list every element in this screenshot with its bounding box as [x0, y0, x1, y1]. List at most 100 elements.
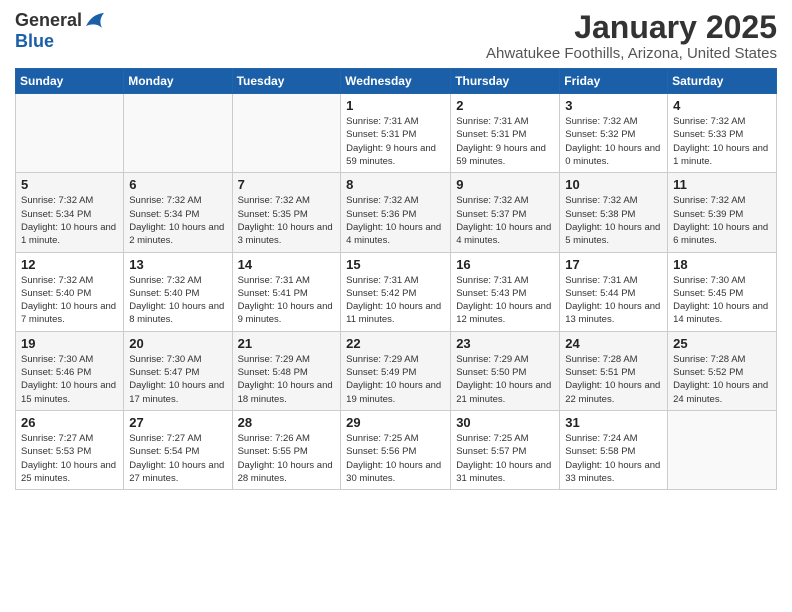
day-info: Sunrise: 7:27 AMSunset: 5:54 PMDaylight:…: [129, 432, 226, 485]
col-thursday: Thursday: [451, 69, 560, 94]
table-row: 25 Sunrise: 7:28 AMSunset: 5:52 PMDayligh…: [668, 331, 777, 410]
day-info: Sunrise: 7:32 AMSunset: 5:38 PMDaylight:…: [565, 194, 662, 247]
day-number: 23: [456, 336, 554, 351]
calendar-week-row: 19 Sunrise: 7:30 AMSunset: 5:46 PMDayligh…: [16, 331, 777, 410]
table-row: 2 Sunrise: 7:31 AMSunset: 5:31 PMDaylight…: [451, 94, 560, 173]
day-info: Sunrise: 7:29 AMSunset: 5:49 PMDaylight:…: [346, 353, 445, 406]
table-row: 24 Sunrise: 7:28 AMSunset: 5:51 PMDayligh…: [560, 331, 668, 410]
table-row: [232, 94, 341, 173]
table-row: 14Sunrise: 7:31 AMSunset: 5:41 PMDayligh…: [232, 252, 341, 331]
day-number: 29: [346, 415, 445, 430]
table-row: 23 Sunrise: 7:29 AMSunset: 5:50 PMDayligh…: [451, 331, 560, 410]
day-number: 8: [346, 177, 445, 192]
day-number: 2: [456, 98, 554, 113]
day-info: Sunrise: 7:32 AMSunset: 5:40 PMDaylight:…: [129, 274, 226, 327]
day-info: Sunrise: 7:32 AMSunset: 5:34 PMDaylight:…: [129, 194, 226, 247]
day-number: 15: [346, 257, 445, 272]
day-info: Sunrise: 7:25 AMSunset: 5:57 PMDaylight:…: [456, 432, 554, 485]
table-row: 1Sunrise: 7:31 AMSunset: 5:31 PMDaylight…: [341, 94, 451, 173]
day-info: Sunrise: 7:30 AMSunset: 5:47 PMDaylight:…: [129, 353, 226, 406]
table-row: 9 Sunrise: 7:32 AMSunset: 5:37 PMDaylight…: [451, 173, 560, 252]
table-row: 10 Sunrise: 7:32 AMSunset: 5:38 PMDayligh…: [560, 173, 668, 252]
day-info: Sunrise: 7:31 AMSunset: 5:42 PMDaylight:…: [346, 274, 445, 327]
table-row: 5 Sunrise: 7:32 AMSunset: 5:34 PMDaylight…: [16, 173, 124, 252]
day-info: Sunrise: 7:31 AMSunset: 5:43 PMDaylight:…: [456, 274, 554, 327]
day-info: Sunrise: 7:31 AMSunset: 5:44 PMDaylight:…: [565, 274, 662, 327]
table-row: [124, 94, 232, 173]
table-row: 26Sunrise: 7:27 AMSunset: 5:53 PMDayligh…: [16, 410, 124, 489]
calendar-page: General Blue January 2025 Ahwatukee Foot…: [0, 0, 792, 612]
day-number: 24: [565, 336, 662, 351]
day-info: Sunrise: 7:27 AMSunset: 5:53 PMDaylight:…: [21, 432, 118, 485]
day-info: Sunrise: 7:32 AMSunset: 5:34 PMDaylight:…: [21, 194, 118, 247]
day-info: Sunrise: 7:26 AMSunset: 5:55 PMDaylight:…: [238, 432, 336, 485]
table-row: 3 Sunrise: 7:32 AMSunset: 5:32 PMDaylight…: [560, 94, 668, 173]
table-row: 19 Sunrise: 7:30 AMSunset: 5:46 PMDayligh…: [16, 331, 124, 410]
col-wednesday: Wednesday: [341, 69, 451, 94]
day-number: 12: [21, 257, 118, 272]
table-row: 22Sunrise: 7:29 AMSunset: 5:49 PMDayligh…: [341, 331, 451, 410]
table-row: 28 Sunrise: 7:26 AMSunset: 5:55 PMDayligh…: [232, 410, 341, 489]
day-number: 17: [565, 257, 662, 272]
logo-blue-text: Blue: [15, 31, 54, 51]
logo-general-text: General: [15, 10, 82, 31]
table-row: 17 Sunrise: 7:31 AMSunset: 5:44 PMDayligh…: [560, 252, 668, 331]
table-row: 21 Sunrise: 7:29 AMSunset: 5:48 PMDayligh…: [232, 331, 341, 410]
calendar-week-row: 12 Sunrise: 7:32 AMSunset: 5:40 PMDayligh…: [16, 252, 777, 331]
day-number: 10: [565, 177, 662, 192]
day-info: Sunrise: 7:29 AMSunset: 5:50 PMDaylight:…: [456, 353, 554, 406]
day-info: Sunrise: 7:30 AMSunset: 5:46 PMDaylight:…: [21, 353, 118, 406]
table-row: 4 Sunrise: 7:32 AMSunset: 5:33 PMDaylight…: [668, 94, 777, 173]
day-number: 5: [21, 177, 118, 192]
day-number: 4: [673, 98, 771, 113]
day-number: 16: [456, 257, 554, 272]
calendar-week-row: 26Sunrise: 7:27 AMSunset: 5:53 PMDayligh…: [16, 410, 777, 489]
calendar-week-row: 5 Sunrise: 7:32 AMSunset: 5:34 PMDaylight…: [16, 173, 777, 252]
col-sunday: Sunday: [16, 69, 124, 94]
col-saturday: Saturday: [668, 69, 777, 94]
day-info: Sunrise: 7:24 AMSunset: 5:58 PMDaylight:…: [565, 432, 662, 485]
calendar-week-row: 1 Sunrise: 7:31 AMSunset: 5:31 PMDaylight…: [16, 94, 777, 173]
day-info: Sunrise: 7:28 AMSunset: 5:51 PMDaylight:…: [565, 353, 662, 406]
day-number: 28: [238, 415, 336, 430]
table-row: 11Sunrise: 7:32 AMSunset: 5:39 PMDayligh…: [668, 173, 777, 252]
day-number: 25: [673, 336, 771, 351]
col-friday: Friday: [560, 69, 668, 94]
day-number: 3: [565, 98, 662, 113]
day-info: Sunrise: 7:32 AMSunset: 5:36 PMDaylight:…: [346, 194, 445, 247]
table-row: [668, 410, 777, 489]
col-monday: Monday: [124, 69, 232, 94]
logo: General Blue: [15, 10, 106, 52]
col-tuesday: Tuesday: [232, 69, 341, 94]
day-number: 30: [456, 415, 554, 430]
day-info: Sunrise: 7:30 AMSunset: 5:45 PMDaylight:…: [673, 274, 771, 327]
day-info: Sunrise: 7:25 AMSunset: 5:56 PMDaylight:…: [346, 432, 445, 485]
table-row: 6 Sunrise: 7:32 AMSunset: 5:34 PMDaylight…: [124, 173, 232, 252]
day-number: 19: [21, 336, 118, 351]
day-info: Sunrise: 7:32 AMSunset: 5:33 PMDaylight:…: [673, 115, 771, 168]
table-row: 12Sunrise: 7:32 AMSunset: 5:40 PMDayligh…: [16, 252, 124, 331]
day-info: Sunrise: 7:32 AMSunset: 5:35 PMDaylight:…: [238, 194, 336, 247]
day-info: Sunrise: 7:32 AMSunset: 5:32 PMDaylight:…: [565, 115, 662, 168]
day-number: 7: [238, 177, 336, 192]
day-info: Sunrise: 7:31 AMSunset: 5:31 PMDaylight:…: [456, 115, 554, 168]
day-number: 6: [129, 177, 226, 192]
table-row: 27 Sunrise: 7:27 AMSunset: 5:54 PMDayligh…: [124, 410, 232, 489]
day-info: Sunrise: 7:32 AMSunset: 5:37 PMDaylight:…: [456, 194, 554, 247]
day-number: 20: [129, 336, 226, 351]
title-section: January 2025 Ahwatukee Foothills, Arizon…: [486, 10, 777, 62]
table-row: 8 Sunrise: 7:32 AMSunset: 5:36 PMDaylight…: [341, 173, 451, 252]
day-number: 27: [129, 415, 226, 430]
day-number: 21: [238, 336, 336, 351]
day-number: 31: [565, 415, 662, 430]
day-info: Sunrise: 7:29 AMSunset: 5:48 PMDaylight:…: [238, 353, 336, 406]
logo-bird-icon: [84, 12, 106, 30]
day-number: 11: [673, 177, 771, 192]
day-number: 9: [456, 177, 554, 192]
day-info: Sunrise: 7:31 AMSunset: 5:41 PMDaylight:…: [238, 274, 336, 327]
table-row: 16 Sunrise: 7:31 AMSunset: 5:43 PMDayligh…: [451, 252, 560, 331]
location-title: Ahwatukee Foothills, Arizona, United Sta…: [486, 45, 777, 62]
calendar-table: Sunday Monday Tuesday Wednesday Thursday…: [15, 68, 777, 490]
day-number: 1: [346, 98, 445, 113]
day-info: Sunrise: 7:28 AMSunset: 5:52 PMDaylight:…: [673, 353, 771, 406]
